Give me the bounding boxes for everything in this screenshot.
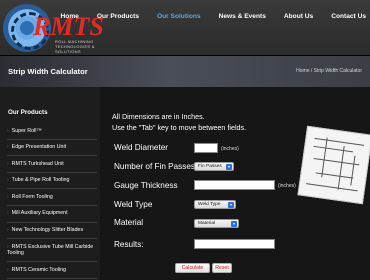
material-label: Material xyxy=(114,218,144,227)
chevron-down-icon: ▾ xyxy=(226,164,232,170)
page-title: Strip Width Calculator xyxy=(8,67,88,76)
sidebar-item-mill-auxiliary[interactable]: › Mill Auxiliary Equipment xyxy=(7,206,97,223)
material-select[interactable]: Material ▾ xyxy=(194,219,239,228)
gauge-thickness-label: Gauge Thickness xyxy=(114,181,178,190)
nav-home[interactable]: Home xyxy=(61,13,79,20)
sidebar-item-slitter-blades[interactable]: › New Technology Slitter Blades xyxy=(7,223,97,240)
chevron-right-icon: › xyxy=(7,266,9,273)
fin-passes-label: Number of Fin Passes xyxy=(114,162,195,171)
main-nav: Home Our Products Our Solutions News & E… xyxy=(43,13,366,20)
chevron-right-icon: › xyxy=(7,210,9,217)
chevron-right-icon: › xyxy=(7,177,9,184)
nav-news-events[interactable]: News & Events xyxy=(219,13,266,20)
sidebar-item-edge-presentation[interactable]: › Edge Presentation Unit xyxy=(7,140,97,157)
breadcrumb[interactable]: Home / Strip Width Calculator xyxy=(296,68,362,74)
fin-passes-select[interactable]: Fin Passes ▾ xyxy=(194,162,234,171)
technical-drawing-image xyxy=(297,125,370,205)
sidebar-item-tube-pipe[interactable]: › Tube & Pipe Roll Tooling xyxy=(7,173,97,190)
sidebar-heading: Our Products xyxy=(8,109,48,116)
chevron-down-icon: ▾ xyxy=(231,221,237,227)
logo-subtitle: ROLL MACHINING TECHNOLOGIES & SOLUTIONS xyxy=(55,39,95,54)
sidebar-item-ceramic-tooling[interactable]: › RMTS Ceramic Tooling xyxy=(7,262,97,279)
weld-diameter-unit: (inches) xyxy=(221,146,239,152)
chevron-right-icon: › xyxy=(7,127,9,134)
nav-about-us[interactable]: About Us xyxy=(284,13,313,20)
nav-contact-us[interactable]: Contact Us xyxy=(331,13,366,20)
chevron-right-icon: › xyxy=(7,243,9,250)
results-label: Results: xyxy=(114,240,144,249)
sidebar-list: › Super Roll™ › Edge Presentation Unit › RM… xyxy=(7,123,97,279)
chevron-right-icon: › xyxy=(7,227,9,234)
nav-our-solutions[interactable]: Our Solutions xyxy=(157,13,201,20)
sidebar-item-roll-form[interactable]: › Roll Form Tooling xyxy=(7,189,97,206)
chevron-right-icon: › xyxy=(7,193,9,200)
nav-our-products[interactable]: Our Products xyxy=(97,13,139,20)
gauge-thickness-input[interactable] xyxy=(194,180,275,190)
site-header: RMTS ROLL MACHINING TECHNOLOGIES & SOLUT… xyxy=(0,0,370,56)
chevron-right-icon: › xyxy=(7,144,9,151)
weld-type-select[interactable]: Weld Type ▾ xyxy=(194,200,236,209)
results-output[interactable] xyxy=(194,239,275,249)
reset-button[interactable]: Reset xyxy=(212,263,232,273)
page-title-bar: Strip Width Calculator Home / Strip Widt… xyxy=(0,56,370,87)
chevron-down-icon: ▾ xyxy=(228,202,234,208)
sidebar-item-super-roll[interactable]: › Super Roll™ xyxy=(7,123,97,140)
weld-type-label: Weld Type xyxy=(114,200,153,209)
gauge-thickness-unit: (inches) xyxy=(278,183,296,189)
rmts-logo[interactable]: RMTS ROLL MACHINING TECHNOLOGIES & SOLUT… xyxy=(3,4,121,54)
weld-diameter-input[interactable] xyxy=(194,143,218,153)
weld-diameter-label: Weld Diameter xyxy=(114,143,168,152)
sidebar-item-carbide-tooling[interactable]: › RMTS Exclusive Tube Mill Carbide Toolin… xyxy=(7,239,97,263)
sidebar-item-turkshead[interactable]: › RMTS Turkshead Unit xyxy=(7,156,97,173)
products-sidebar: Our Products › Super Roll™ › Edge Presenta… xyxy=(0,87,100,280)
calculate-button[interactable]: Calculate xyxy=(175,263,210,273)
chevron-right-icon: › xyxy=(7,160,9,167)
instructions: All Dimensions are in Inches. Use the "T… xyxy=(112,112,247,132)
